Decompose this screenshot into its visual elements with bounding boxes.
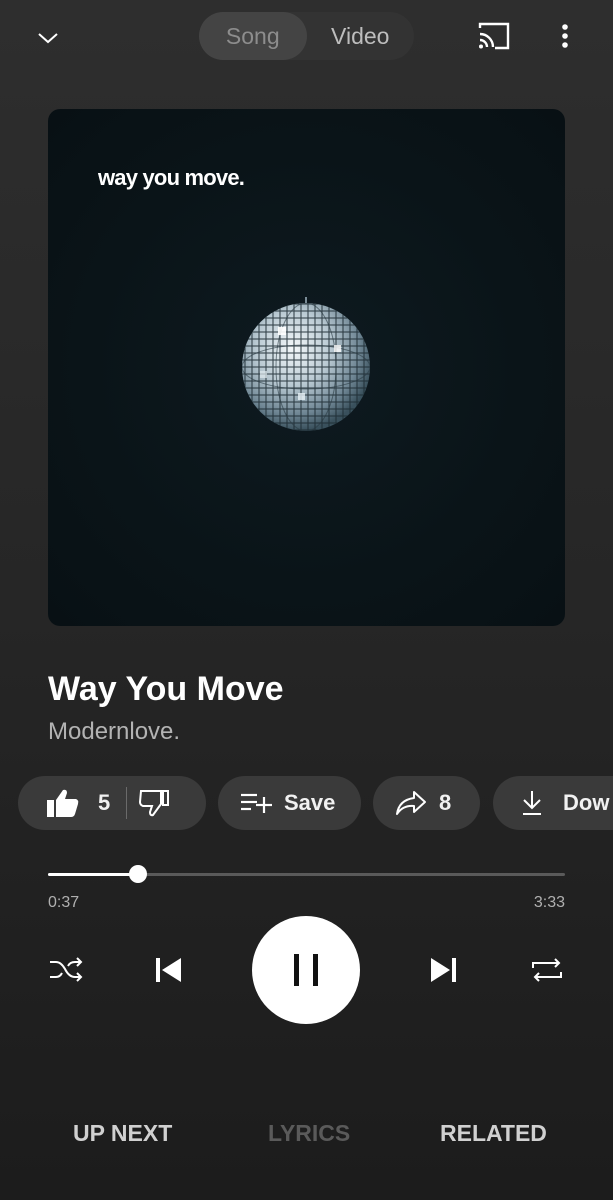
- toggle-video[interactable]: Video: [307, 12, 415, 60]
- skip-next-icon: [431, 958, 456, 982]
- share-button[interactable]: 8: [373, 776, 480, 830]
- cast-button[interactable]: [472, 16, 516, 56]
- like-button[interactable]: 5: [18, 788, 110, 818]
- collapse-button[interactable]: [28, 18, 68, 58]
- disco-ball-image: [242, 297, 370, 431]
- chevron-down-icon: [38, 33, 58, 44]
- song-video-toggle[interactable]: Song Video: [199, 12, 414, 60]
- like-dislike-chip: 5: [18, 776, 206, 830]
- shuffle-icon: [50, 957, 83, 982]
- dislike-button[interactable]: [139, 789, 170, 817]
- chip-divider: [126, 787, 128, 819]
- previous-button[interactable]: [148, 950, 188, 990]
- download-button[interactable]: Dow: [493, 776, 613, 830]
- repeat-button[interactable]: [527, 950, 567, 990]
- tab-related[interactable]: RELATED: [440, 1120, 547, 1147]
- artist-name[interactable]: Modernlove.: [48, 718, 180, 746]
- toggle-song[interactable]: Song: [199, 12, 307, 60]
- tab-lyrics[interactable]: LYRICS: [268, 1120, 350, 1147]
- tab-up-next[interactable]: UP NEXT: [73, 1120, 172, 1147]
- play-pause-button[interactable]: [252, 916, 360, 1024]
- progress-fill: [48, 873, 138, 876]
- total-time: 3:33: [533, 894, 565, 911]
- thumbs-down-icon: [139, 790, 170, 817]
- cast-icon: [478, 22, 510, 50]
- repeat-icon: [532, 958, 562, 982]
- album-artwork: way you move.: [48, 109, 565, 626]
- save-label: Save: [284, 790, 336, 815]
- thumbs-up-icon: [47, 789, 79, 817]
- artwork-title-text: way you move.: [98, 165, 245, 190]
- share-icon: [396, 791, 426, 815]
- current-time: 0:37: [48, 894, 80, 911]
- share-count: 8: [439, 790, 452, 815]
- save-button[interactable]: Save: [218, 776, 361, 830]
- song-title: Way You Move: [48, 670, 284, 708]
- more-options-button[interactable]: [548, 16, 582, 56]
- more-vert-icon: [562, 24, 568, 48]
- progress-handle[interactable]: [128, 865, 147, 883]
- progress-track[interactable]: [48, 873, 565, 876]
- pause-icon: [294, 954, 318, 986]
- like-count: 5: [98, 790, 111, 815]
- download-icon: [523, 791, 541, 815]
- next-button[interactable]: [424, 950, 464, 990]
- playlist-add-icon: [241, 793, 272, 813]
- download-label: Dow: [563, 790, 610, 815]
- shuffle-button[interactable]: [46, 950, 86, 990]
- skip-previous-icon: [156, 958, 181, 982]
